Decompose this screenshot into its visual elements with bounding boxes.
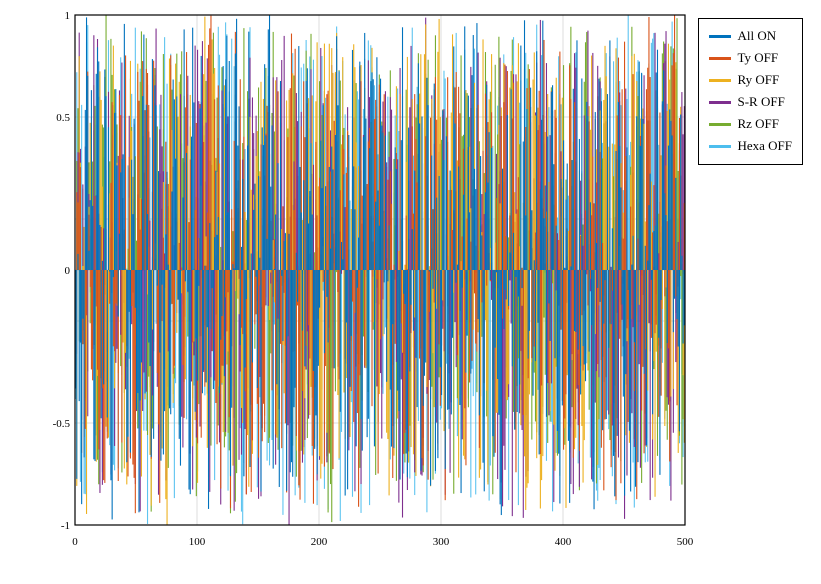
legend-color-all-on	[709, 35, 731, 38]
svg-text:100: 100	[189, 536, 206, 548]
svg-text:300: 300	[433, 536, 450, 548]
svg-text:200: 200	[311, 536, 328, 548]
svg-text:500: 500	[677, 536, 694, 548]
legend-item-rz-off: Rz OFF	[709, 113, 792, 135]
legend-label-rz-off: Rz OFF	[737, 113, 779, 135]
legend: All ON Ty OFF Ry OFF S-R OFF Rz OFF Hexa…	[698, 18, 803, 165]
legend-item-sr-off: S-R OFF	[709, 91, 792, 113]
svg-text:1: 1	[65, 10, 71, 22]
legend-color-rz-off	[709, 123, 731, 126]
legend-item-ry-off: Ry OFF	[709, 69, 792, 91]
svg-text:400: 400	[555, 536, 572, 548]
svg-text:0: 0	[72, 536, 78, 548]
legend-color-ry-off	[709, 79, 731, 82]
svg-text:0.5: 0.5	[56, 112, 70, 124]
legend-color-sr-off	[709, 101, 731, 104]
chart-container: 1 0.5 0 -0.5 -1 0 100 200 300 400 500 Al…	[0, 0, 821, 584]
svg-text:-0.5: -0.5	[53, 418, 71, 430]
legend-label-sr-off: S-R OFF	[737, 91, 784, 113]
legend-item-all-on: All ON	[709, 25, 792, 47]
legend-label-ty-off: Ty OFF	[737, 47, 778, 69]
svg-text:0: 0	[65, 265, 71, 277]
legend-label-hexa-off: Hexa OFF	[737, 135, 792, 157]
legend-label-ry-off: Ry OFF	[737, 69, 779, 91]
legend-label-all-on: All ON	[737, 25, 776, 47]
legend-color-ty-off	[709, 57, 731, 60]
legend-color-hexa-off	[709, 145, 731, 148]
svg-text:-1: -1	[61, 520, 70, 532]
legend-item-hexa-off: Hexa OFF	[709, 135, 792, 157]
legend-item-ty-off: Ty OFF	[709, 47, 792, 69]
